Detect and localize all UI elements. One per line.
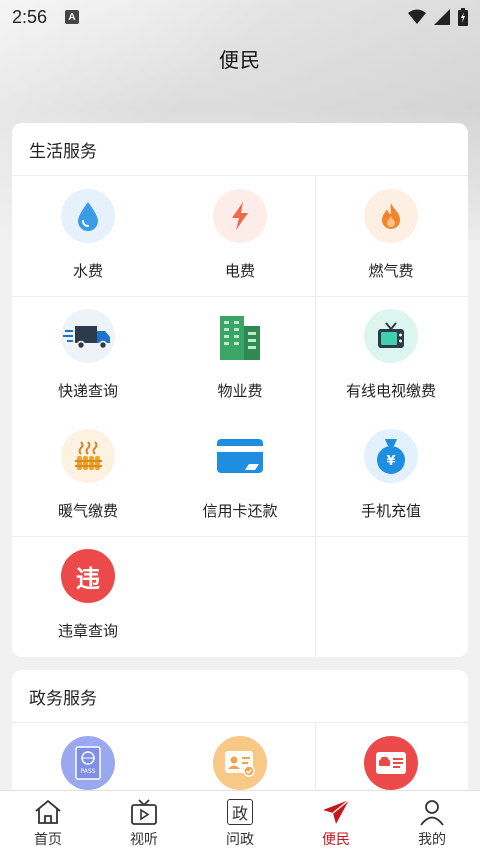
- gov-services-card: 政务服务 PASS: [12, 670, 468, 810]
- zheng-glyph: 政: [227, 799, 253, 825]
- service-label: 水费: [72, 262, 103, 280]
- driver-license-icon: [364, 736, 418, 790]
- zheng-icon: 政: [225, 797, 255, 827]
- water-drop-icon: [61, 189, 115, 243]
- battery-icon: [458, 8, 468, 26]
- radiator-icon: [61, 429, 115, 483]
- nav-label: 问政: [226, 832, 254, 848]
- passport-glyph: PASS: [81, 768, 96, 775]
- service-label: 物业费: [217, 382, 263, 400]
- svg-text:¥: ¥: [386, 454, 395, 469]
- service-cable-tv[interactable]: 有线电视缴费: [315, 296, 467, 416]
- flame-icon: [364, 189, 418, 243]
- home-icon: [33, 797, 63, 827]
- service-mobile-topup[interactable]: ¥ 手机充值: [315, 416, 467, 536]
- nav-home[interactable]: 首页: [0, 791, 96, 853]
- delivery-truck-icon: [61, 309, 115, 363]
- service-label: 暖气缴费: [57, 502, 118, 520]
- status-bar: 2:56 A: [0, 0, 480, 34]
- credit-card-icon: [213, 429, 267, 483]
- section-title: 生活服务: [12, 123, 468, 176]
- nav-profile[interactable]: 我的: [384, 791, 480, 853]
- signal-icon: [434, 9, 450, 25]
- paper-plane-icon: [321, 797, 351, 827]
- service-label: 电费: [224, 262, 255, 280]
- service-property[interactable]: 物业费: [164, 296, 316, 416]
- tv-icon: [364, 309, 418, 363]
- violation-icon: 违: [61, 549, 115, 603]
- service-gas[interactable]: 燃气费: [315, 176, 467, 296]
- nav-label: 我的: [418, 832, 446, 848]
- violation-glyph: 违: [76, 564, 100, 593]
- building-icon: [213, 309, 267, 363]
- nav-convenience[interactable]: 便民: [288, 791, 384, 853]
- life-services-card: 生活服务 水费 电费 燃气费 快递查询 物业费 有线电视缴费 暖气缴费 信用卡还…: [12, 123, 468, 657]
- service-label: 信用卡还款: [202, 502, 278, 520]
- tv-play-icon: [129, 797, 159, 827]
- money-bag-icon: ¥: [364, 429, 418, 483]
- service-heating[interactable]: 暖气缴费: [12, 416, 164, 536]
- service-label: 有线电视缴费: [345, 382, 436, 400]
- service-water[interactable]: 水费: [12, 176, 164, 296]
- status-time: 2:56: [12, 6, 48, 27]
- service-label: 快递查询: [57, 382, 118, 400]
- page-title: 便民: [219, 48, 261, 72]
- lightning-icon: [213, 189, 267, 243]
- service-credit-card[interactable]: 信用卡还款: [164, 416, 316, 536]
- nav-label: 首页: [34, 832, 62, 848]
- service-label: 燃气费: [368, 262, 414, 280]
- service-electricity[interactable]: 电费: [164, 176, 316, 296]
- nav-label: 视听: [130, 832, 158, 848]
- bottom-nav: 首页 视听 政 问政 便民 我的: [0, 790, 480, 853]
- service-label: 违章查询: [57, 622, 118, 640]
- passport-icon: PASS: [61, 736, 115, 790]
- notification-icon: A: [65, 10, 80, 24]
- nav-video[interactable]: 视听: [96, 791, 192, 853]
- service-violation[interactable]: 违 违章查询: [12, 536, 164, 656]
- service-label: 手机充值: [360, 502, 421, 520]
- nav-politics[interactable]: 政 问政: [192, 791, 288, 853]
- user-icon: [417, 797, 447, 827]
- life-services-grid: 水费 电费 燃气费 快递查询 物业费 有线电视缴费 暖气缴费 信用卡还款 ¥ 手…: [12, 176, 468, 657]
- section-title: 政务服务: [12, 670, 468, 723]
- service-express[interactable]: 快递查询: [12, 296, 164, 416]
- nav-label: 便民: [322, 832, 350, 848]
- id-card-icon: [213, 736, 267, 790]
- wifi-icon: [408, 9, 426, 24]
